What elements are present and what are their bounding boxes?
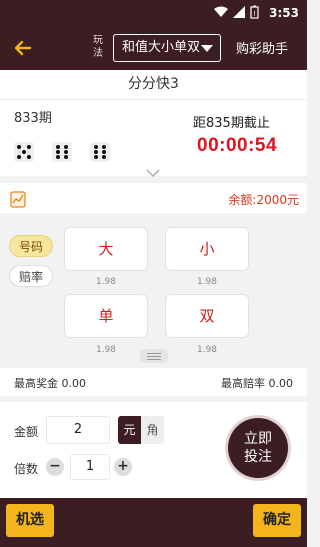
unit-jiao-button[interactable]: 角 <box>141 416 164 444</box>
unit-yuan-button[interactable]: 元 <box>118 416 141 444</box>
random-pick-button[interactable]: 机选 <box>6 504 54 537</box>
drag-handle[interactable] <box>140 349 168 363</box>
max-prize: 最高奖金 0.00 <box>14 377 86 390</box>
amount-label: 金额 <box>14 425 39 439</box>
die-five-icon <box>14 142 34 162</box>
purchase-helper-button[interactable]: 购彩助手 <box>236 38 288 57</box>
multiple-label: 倍数 <box>14 462 39 476</box>
svg-text:!: ! <box>253 10 256 18</box>
clock: 3:53 <box>269 6 299 20</box>
option-odd-rate: 1.98 <box>95 345 117 355</box>
play-type-label: 玩法 <box>93 35 103 59</box>
chevron-down-icon[interactable] <box>146 169 160 177</box>
place-bet-button[interactable]: 立即 投注 <box>228 418 288 478</box>
option-even-rate: 1.98 <box>196 345 218 355</box>
last-period: 833期 <box>14 111 52 126</box>
wifi-icon <box>214 6 228 17</box>
bet-area: 号码 赔率 大 1.98 小 1.98 单 1.98 双 1.98 <box>0 213 307 365</box>
die-six-icon <box>90 142 110 162</box>
option-small-rate: 1.98 <box>196 277 218 287</box>
battery-icon: ! <box>250 5 259 19</box>
option-small[interactable]: 小 <box>165 227 249 271</box>
status-bar: ! 3:53 <box>0 0 307 26</box>
balance-row: 余额:2000元 <box>0 183 307 213</box>
signal-icon <box>233 6 245 18</box>
play-type-select[interactable]: 和值大小单双 <box>113 34 221 62</box>
plus-button[interactable]: + <box>114 458 132 476</box>
tab-numbers[interactable]: 号码 <box>9 235 53 257</box>
die-six-icon <box>52 142 72 162</box>
chevron-down-icon <box>201 45 213 52</box>
max-odds: 最高赔率 0.00 <box>221 377 293 390</box>
trend-chart-icon[interactable] <box>8 189 28 209</box>
option-big[interactable]: 大 <box>64 227 148 271</box>
countdown-timer: 00:00:54 <box>197 135 278 156</box>
bet-form: 金额 2 元 角 倍数 − 1 + 立即 投注 <box>0 402 307 498</box>
draw-info: 833期 距835期截止 00:00:54 <box>0 100 307 176</box>
play-type-value: 和值大小单双 <box>122 40 201 55</box>
next-period-deadline: 距835期截止 <box>193 116 270 131</box>
confirm-button[interactable]: 确定 <box>253 504 301 537</box>
dice-result <box>14 142 110 162</box>
tab-odds[interactable]: 赔率 <box>9 265 53 287</box>
option-even[interactable]: 双 <box>165 294 249 338</box>
option-odd[interactable]: 单 <box>64 294 148 338</box>
status-icons: ! <box>214 5 259 19</box>
app-bar: 玩法 和值大小单双 购彩助手 <box>0 26 307 70</box>
game-title: 分分快3 <box>0 70 307 100</box>
bottom-bar: 机选 确定 <box>0 498 307 547</box>
prize-limits: 最高奖金 0.00 最高赔率 0.00 <box>0 368 307 396</box>
option-big-rate: 1.98 <box>95 277 117 287</box>
back-arrow-icon[interactable] <box>10 35 36 61</box>
amount-input[interactable]: 2 <box>46 416 110 444</box>
minus-button[interactable]: − <box>46 458 64 476</box>
multiple-input[interactable]: 1 <box>70 454 110 480</box>
balance: 余额:2000元 <box>228 193 299 207</box>
